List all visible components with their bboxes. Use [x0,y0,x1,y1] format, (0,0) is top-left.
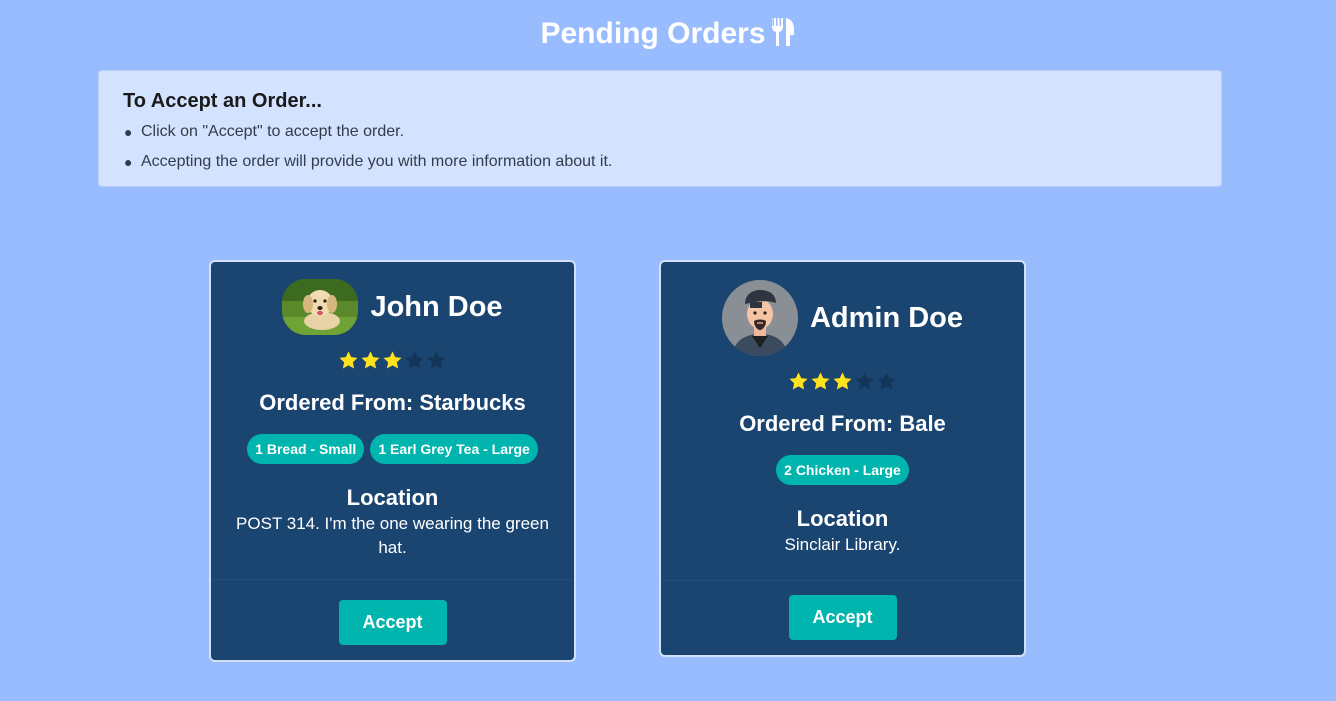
ordered-from: Ordered From: Bale [739,411,946,436]
info-message: To Accept an Order... ● Click on "Accept"… [98,70,1222,187]
accept-button[interactable]: Accept [788,595,897,640]
bullet-icon: ● [124,124,133,140]
card-footer: Accept [661,580,1024,655]
location-text: POST 314. I'm the one wearing the green … [236,514,549,557]
info-list: ● Click on "Accept" to accept the order. … [123,117,1197,177]
info-list-item: ● Click on "Accept" to accept the order. [123,117,1197,147]
card-header: Admin Doe [661,279,1024,357]
card-footer: Accept [211,579,574,660]
page-title-text: Pending Orders [540,17,766,50]
info-title: To Accept an Order... [123,90,322,112]
order-card: Admin Doe Ordered From: Bale 2 Chicken -… [659,260,1026,657]
order-items: 2 Chicken - Large [661,455,1024,485]
customer-name: John Doe [370,290,503,323]
star-filled-icon [339,351,358,369]
location-label: Location [346,485,439,510]
info-list-item-text: Click on "Accept" to accept the order. [141,123,405,140]
star-filled-icon [811,372,830,390]
bullet-icon: ● [124,154,133,170]
ordered-from: Ordered From: Starbucks [259,390,526,415]
location-label: Location [796,506,889,531]
location-text: Sinclair Library. [784,535,901,554]
star-empty-icon [405,351,424,369]
star-filled-icon [383,351,402,369]
item-badge: 2 Chicken - Large [776,455,909,485]
star-filled-icon [361,351,380,369]
man-avatar [721,280,798,356]
item-badge: 1 Earl Grey Tea - Large [370,434,538,464]
star-empty-icon [855,372,874,390]
page-title: Pending Orders [0,14,1336,58]
star-empty-icon [427,351,446,369]
info-list-item-text: Accepting the order will provide you wit… [141,153,613,170]
fork-knife-icon [770,17,796,58]
rating-stars [661,371,1024,392]
accept-button[interactable]: Accept [338,600,447,645]
customer-name: Admin Doe [809,301,964,334]
star-filled-icon [789,372,808,390]
dog-avatar [282,279,359,335]
star-empty-icon [877,372,896,390]
order-card: John Doe Ordered From: Starbucks 1 Bread… [209,260,576,662]
info-list-item: ● Accepting the order will provide you wi… [123,147,1197,177]
item-badge: 1 Bread - Small [247,434,365,464]
star-filled-icon [833,372,852,390]
card-header: John Doe [211,278,574,336]
order-items: 1 Bread - Small 1 Earl Grey Tea - Large [211,434,574,464]
rating-stars [211,350,574,371]
